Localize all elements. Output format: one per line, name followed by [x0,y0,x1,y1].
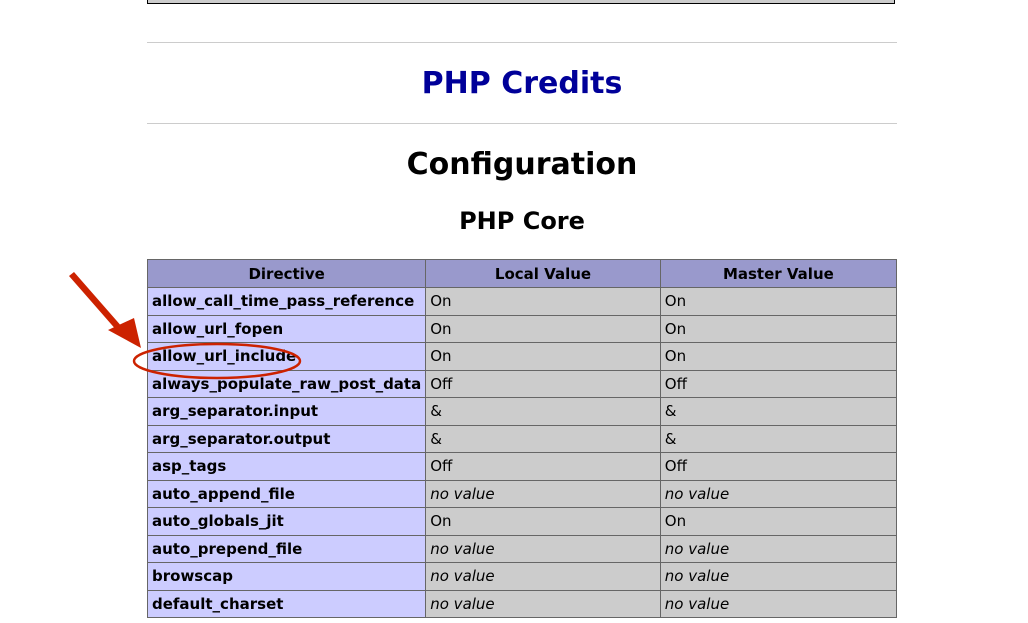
php-core-heading: PHP Core [459,207,585,235]
local-value: Off [425,452,661,481]
local-value: no value [425,562,661,591]
master-value: On [659,287,898,316]
table-header-row: Directive Local Value Master Value [146,259,898,288]
master-value: no value [659,562,898,591]
master-value: & [659,397,898,426]
local-value: On [425,342,661,371]
master-value: no value [659,479,898,508]
master-value: & [659,424,898,453]
table-row: allow_call_time_pass_reference On On [146,287,898,316]
directive-name: default_charset [146,589,427,618]
configuration-heading: Configuration [406,147,638,182]
local-value: & [425,424,661,453]
directive-name: arg_separator.output [146,424,427,453]
local-value: On [425,287,661,316]
local-value: no value [425,479,661,508]
local-value: Off [425,369,661,398]
table-row: auto_prepend_file no value no value [146,534,898,563]
table-row: allow_url_include On On [146,342,898,371]
table-row: arg_separator.input & & [146,397,898,426]
no-value-text: no value [664,567,730,586]
master-value: no value [659,589,898,618]
directive-name: allow_call_time_pass_reference [146,287,427,316]
table-row: arg_separator.output & & [146,424,898,453]
table-row: auto_globals_jit On On [146,507,898,536]
column-header-directive: Directive [146,259,427,288]
directive-name: arg_separator.input [146,397,427,426]
table-row: allow_url_fopen On On [146,314,898,343]
directive-name: allow_url_fopen [146,314,427,343]
directive-name: allow_url_include [146,342,427,371]
no-value-text: no value [430,567,495,586]
no-value-text: no value [664,594,730,613]
column-header-local-value: Local Value [425,259,661,288]
directive-name: auto_append_file [146,479,427,508]
directive-name: browscap [146,562,427,591]
column-header-master-value: Master Value [659,259,898,288]
local-value: On [425,314,661,343]
master-value: Off [659,452,898,481]
php-core-config-table: Directive Local Value Master Value allow… [146,259,898,618]
directive-name: always_populate_raw_post_data [146,369,427,398]
php-credits-link[interactable]: PHP Credits [147,62,897,106]
no-value-text: no value [664,484,730,503]
table-row: auto_append_file no value no value [146,479,898,508]
master-value: On [659,342,898,371]
local-value: & [425,397,661,426]
phpinfo-page: PHP Credits Configuration PHP Core Direc… [0,0,1028,623]
master-value: On [659,507,898,536]
horizontal-rule [147,123,897,124]
previous-table-bottom [147,0,895,4]
horizontal-rule [147,42,897,43]
red-arrow-icon [69,272,141,348]
directive-name: asp_tags [146,452,427,481]
master-value: no value [659,534,898,563]
table-row: always_populate_raw_post_data Off Off [146,369,898,398]
table-row: asp_tags Off Off [146,452,898,481]
table-row: default_charset no value no value [146,589,898,618]
directive-name: auto_globals_jit [146,507,427,536]
local-value: no value [425,589,661,618]
directive-name: auto_prepend_file [146,534,427,563]
local-value: On [425,507,661,536]
no-value-text: no value [664,539,730,558]
table-row: browscap no value no value [146,562,898,591]
master-value: On [659,314,898,343]
no-value-text: no value [430,484,495,503]
master-value: Off [659,369,898,398]
no-value-text: no value [430,539,495,558]
no-value-text: no value [430,594,495,613]
local-value: no value [425,534,661,563]
